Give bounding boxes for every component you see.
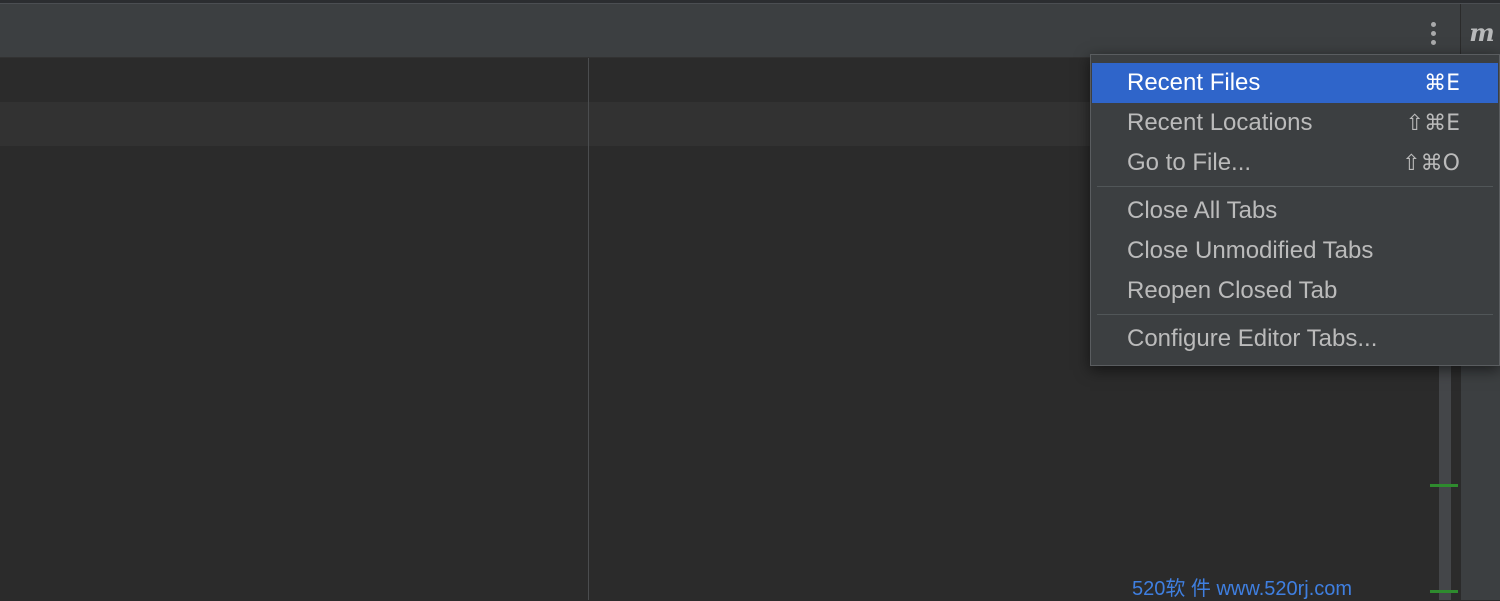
menu-item-close-unmodified-tabs[interactable]: Close Unmodified Tabs: [1092, 231, 1498, 271]
menu-item-shortcut: ⇧⌘O: [1402, 150, 1460, 176]
menu-item-recent-locations[interactable]: Recent Locations ⇧⌘E: [1092, 103, 1498, 143]
change-marker[interactable]: [1430, 590, 1458, 593]
menu-separator: [1097, 183, 1493, 191]
more-actions-icon[interactable]: [1422, 18, 1444, 48]
menu-item-label: Go to File...: [1127, 149, 1252, 176]
menu-item-label: Recent Files: [1127, 69, 1261, 96]
menu-separator: [1097, 311, 1493, 319]
menu-item-configure-editor-tabs[interactable]: Configure Editor Tabs...: [1092, 319, 1498, 359]
menu-item-shortcut: ⌘E: [1424, 70, 1460, 96]
scrollbar-thumb[interactable]: [1439, 358, 1451, 600]
editor-tab-bar: [0, 4, 1460, 58]
menu-item-label: Close Unmodified Tabs: [1127, 237, 1374, 264]
menu-item-label: Reopen Closed Tab: [1127, 277, 1338, 304]
change-marker[interactable]: [1430, 484, 1458, 487]
menu-item-label: Close All Tabs: [1127, 197, 1278, 224]
editor-tabs-popup-menu: Recent Files ⌘E Recent Locations ⇧⌘E Go …: [1090, 54, 1500, 366]
menu-item-close-all-tabs[interactable]: Close All Tabs: [1092, 191, 1498, 231]
right-margin-guide: [588, 58, 589, 600]
menu-item-recent-files[interactable]: Recent Files ⌘E: [1092, 63, 1498, 103]
menu-item-go-to-file[interactable]: Go to File... ⇧⌘O: [1092, 143, 1498, 183]
menu-item-reopen-closed-tab[interactable]: Reopen Closed Tab: [1092, 271, 1498, 311]
menu-item-label: Configure Editor Tabs...: [1127, 325, 1378, 352]
menu-item-shortcut: ⇧⌘E: [1405, 110, 1460, 136]
menu-item-label: Recent Locations: [1127, 109, 1313, 136]
plugin-m-icon[interactable]: m: [1467, 18, 1497, 48]
watermark-text: 520软 件 www.520rj.com: [1132, 578, 1353, 600]
